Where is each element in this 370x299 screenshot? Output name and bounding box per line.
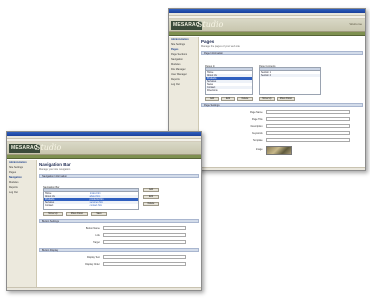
add-button[interactable]: Add bbox=[143, 188, 159, 192]
sidebar-item[interactable]: Log Out bbox=[7, 190, 36, 195]
page-image-thumbnail[interactable] bbox=[265, 146, 292, 155]
display-text-input[interactable] bbox=[103, 255, 187, 259]
page-subtitle: Manage your site navigation bbox=[39, 168, 71, 171]
template-select[interactable] bbox=[265, 138, 351, 142]
list-item[interactable]: Section 2 bbox=[260, 74, 320, 77]
content-area: Administration Site Settings Pages Navig… bbox=[7, 160, 201, 287]
field-label: Template bbox=[252, 139, 263, 142]
form-row: Display Order bbox=[39, 262, 199, 266]
field-label: Keywords bbox=[252, 132, 263, 135]
button-display-header: Button Display bbox=[39, 248, 199, 252]
field-label: Button Name bbox=[85, 227, 100, 230]
form-row: Target bbox=[39, 240, 199, 244]
page-title: Pages bbox=[201, 39, 215, 44]
list-item[interactable]: Directions bbox=[206, 89, 252, 92]
settings-form: Page Name Page Title Description Keyword… bbox=[201, 110, 363, 160]
form-row: Template bbox=[201, 138, 363, 142]
edit-button[interactable]: Edit bbox=[143, 195, 159, 199]
row-name[interactable]: Contact bbox=[45, 204, 90, 207]
navigation-list[interactable]: Home index.htm About Us about.htm Produc… bbox=[43, 188, 139, 210]
display-order-input[interactable] bbox=[103, 262, 187, 266]
move-down-button[interactable]: Move Down bbox=[66, 212, 88, 216]
brand-script: Studio bbox=[197, 20, 224, 29]
delete-button[interactable]: Delete bbox=[237, 97, 253, 101]
brand-script: Studio bbox=[35, 143, 62, 152]
move-down-button[interactable]: Move Down bbox=[277, 97, 295, 101]
nav-bar[interactable] bbox=[169, 32, 365, 36]
main-panel: Navigation Bar Manage your site navigati… bbox=[39, 160, 199, 287]
section-header: Page Information bbox=[201, 51, 363, 55]
table-row[interactable]: Contact contact.htm bbox=[44, 204, 138, 207]
field-label: Display Order bbox=[85, 263, 100, 266]
button-settings-header: Button Settings bbox=[39, 219, 199, 223]
page-settings-header: Page Settings bbox=[201, 103, 363, 107]
button-settings-form: Button Name Link Target bbox=[39, 226, 199, 248]
page-name-input[interactable] bbox=[265, 110, 351, 114]
form-row: Display Text bbox=[39, 255, 199, 259]
field-label: Page Title bbox=[251, 118, 263, 121]
section-header: Navigation Information bbox=[39, 174, 199, 178]
form-row: Button Name bbox=[39, 226, 199, 230]
sidebar-item[interactable]: Log Out bbox=[169, 82, 198, 87]
nav-bar[interactable] bbox=[7, 155, 201, 159]
contents-list[interactable]: Section 1 Section 2 bbox=[259, 67, 321, 95]
field-label: Display Text bbox=[86, 256, 100, 259]
main-panel: Pages Manage the pages of your web site … bbox=[201, 37, 363, 167]
field-label: Link bbox=[95, 234, 100, 237]
page-subtitle: Manage the pages of your web site bbox=[201, 45, 240, 48]
navigation-window: MESARAC Studio Administration Site Setti… bbox=[6, 131, 202, 291]
field-label: Target bbox=[93, 241, 100, 244]
save-button[interactable]: Save bbox=[91, 212, 107, 216]
move-up-button[interactable]: Move Up bbox=[259, 97, 275, 101]
status-bar bbox=[7, 287, 201, 290]
target-select[interactable] bbox=[103, 240, 187, 244]
keywords-input[interactable] bbox=[265, 131, 351, 135]
pages-list[interactable]: Home About Us Products Services News Con… bbox=[205, 67, 253, 95]
add-button[interactable]: Add bbox=[205, 97, 219, 101]
form-row: Description bbox=[201, 124, 363, 128]
move-up-button[interactable]: Move Up bbox=[43, 212, 63, 216]
link-input[interactable] bbox=[103, 233, 187, 237]
field-label: Description bbox=[250, 125, 263, 128]
form-row: Page Name bbox=[201, 110, 363, 114]
button-name-input[interactable] bbox=[103, 226, 187, 230]
form-row: Keywords bbox=[201, 131, 363, 135]
form-row: Link bbox=[39, 233, 199, 237]
button-display-form: Display Text Display Order bbox=[39, 255, 199, 269]
description-input[interactable] bbox=[265, 124, 351, 128]
delete-button[interactable]: Delete bbox=[143, 202, 159, 206]
sidebar: Administration Site Settings Pages Navig… bbox=[7, 160, 37, 287]
page-title: Navigation Bar bbox=[39, 162, 71, 167]
form-row: Image bbox=[201, 146, 363, 155]
form-row: Page Title bbox=[201, 117, 363, 121]
edit-button[interactable]: Edit bbox=[221, 97, 235, 101]
header-welcome: Welcome bbox=[349, 22, 362, 26]
field-label: Image bbox=[255, 148, 263, 151]
field-label: Page Name bbox=[249, 111, 263, 114]
app-header: MESARAC Studio bbox=[7, 142, 201, 155]
page-title-input[interactable] bbox=[265, 117, 351, 121]
app-header: MESARAC Studio Welcome bbox=[169, 19, 365, 32]
row-link[interactable]: contact.htm bbox=[90, 204, 138, 207]
